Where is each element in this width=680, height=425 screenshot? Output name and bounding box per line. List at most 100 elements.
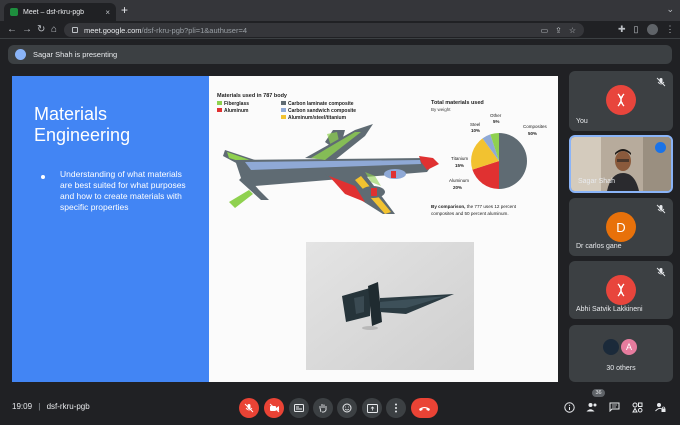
other-participant-initial-avatar: A xyxy=(619,337,639,357)
dna-icon xyxy=(617,283,625,297)
reactions-button[interactable] xyxy=(337,398,357,418)
speaking-indicator-icon xyxy=(655,142,666,153)
legend-aluminum-steel-titanium: Aluminum/steel/titanium xyxy=(288,115,347,121)
mic-off-icon xyxy=(244,403,254,413)
presenting-banner: Sagar Shah is presenting xyxy=(8,45,672,64)
legend-aluminum: Aluminum xyxy=(224,108,249,114)
pie-label-aluminum: Aluminum xyxy=(449,178,469,183)
people-count-badge: 36 xyxy=(592,389,605,397)
present-screen-button[interactable] xyxy=(362,398,382,418)
activities-button[interactable] xyxy=(629,399,645,415)
participant-tile-sagar-shah[interactable]: Sagar Shah xyxy=(569,135,673,193)
emoji-icon xyxy=(342,403,352,413)
more-options-button[interactable] xyxy=(386,398,406,418)
dna-icon xyxy=(617,93,625,107)
browser-tab[interactable]: Meet – dsf-rkru-pgb × xyxy=(4,3,116,21)
materials-pie-chart xyxy=(471,133,527,189)
leave-call-button[interactable] xyxy=(411,398,438,418)
camera-off-icon xyxy=(269,403,279,413)
participant-initial-avatar: D xyxy=(606,212,636,242)
tab-close-icon[interactable]: × xyxy=(105,8,110,17)
presenting-text: Sagar Shah is presenting xyxy=(33,50,118,59)
participant-avatar xyxy=(606,85,636,115)
slide-title: Materials Engineering xyxy=(34,104,131,145)
url-path: /dsf-rkru-pgb?pli=1&authuser=4 xyxy=(141,25,248,35)
participant-tile-you[interactable]: You xyxy=(569,71,673,131)
boeing-787-materials-infographic: Materials used in 787 body Fiberglass Al… xyxy=(217,93,548,216)
tab-search-chevron-icon[interactable]: ⌄ xyxy=(666,4,674,15)
browser-menu-icon[interactable]: ⋮ xyxy=(666,24,675,35)
info-separator: | xyxy=(38,402,41,411)
raise-hand-button[interactable] xyxy=(313,398,333,418)
meeting-details-button[interactable] xyxy=(561,399,577,415)
share-icon[interactable]: ⇪ xyxy=(555,26,562,35)
legend-fiberglass: Fiberglass xyxy=(224,101,249,107)
legend-swatch-carbon-laminate xyxy=(281,101,286,105)
turbine-blade-photo xyxy=(306,242,474,370)
pie-label-steel: Steel xyxy=(470,122,480,127)
camera-toggle-button[interactable] xyxy=(264,398,284,418)
other-participant-avatar xyxy=(601,337,621,357)
url-host: meet.google.com xyxy=(84,25,142,35)
lock-icon xyxy=(72,27,78,33)
address-bar[interactable]: meet.google.com /dsf-rkru-pgb?pli=1&auth… xyxy=(64,23,584,37)
pie-pct-other: 5% xyxy=(493,119,500,124)
participant-tile-abhi-satvik[interactable]: Abhi Satvik Lakkineni xyxy=(569,261,673,319)
meet-favicon-icon xyxy=(10,8,18,16)
hand-icon xyxy=(319,404,327,413)
meeting-info: 19:09 | dsf-rkru-pgb xyxy=(12,402,90,411)
shared-slide: Materials Engineering Understanding of w… xyxy=(12,76,558,382)
meeting-time: 19:09 xyxy=(12,402,33,411)
bookmark-star-icon[interactable]: ☆ xyxy=(569,26,576,35)
slide-title-panel: Materials Engineering Understanding of w… xyxy=(12,76,209,382)
comparison-line-2: composites and 50 percent aluminum. xyxy=(431,211,509,216)
chat-icon xyxy=(609,402,619,412)
mic-toggle-button[interactable] xyxy=(239,398,259,418)
chat-button[interactable] xyxy=(606,399,622,415)
extensions-icon[interactable]: ✚ xyxy=(618,24,626,35)
info-icon xyxy=(563,401,575,413)
camera-permission-icon[interactable]: ▭ xyxy=(541,26,549,35)
meeting-code: dsf-rkru-pgb xyxy=(46,402,90,411)
bullet-dot xyxy=(41,175,45,179)
mic-off-icon xyxy=(656,77,666,87)
host-controls-button[interactable] xyxy=(652,399,668,415)
activities-shapes-icon xyxy=(631,402,642,412)
more-vertical-icon xyxy=(395,403,397,413)
reload-icon[interactable]: ↻ xyxy=(37,23,45,37)
forward-arrow-icon[interactable]: → xyxy=(22,23,32,37)
sidebar-icon[interactable]: ▯ xyxy=(634,24,639,35)
people-icon xyxy=(586,403,597,412)
pie-pct-aluminum: 20% xyxy=(453,185,462,190)
comparison-line-1: By comparison, the 777 uses 12 percent xyxy=(431,204,517,209)
participant-avatar xyxy=(606,275,636,305)
participant-tile-others[interactable]: A 30 others xyxy=(569,325,673,382)
home-icon[interactable]: ⌂ xyxy=(51,23,57,37)
present-icon xyxy=(366,403,378,413)
legend-carbon-laminate: Carbon laminate composite xyxy=(288,101,354,107)
pie-label-titanium: Titanium xyxy=(451,156,468,161)
captions-icon xyxy=(294,404,304,412)
tab-strip: Meet – dsf-rkru-pgb × + ⌄ xyxy=(0,0,680,21)
legend-swatch-fiberglass xyxy=(217,101,222,105)
pie-pct-steel: 10% xyxy=(471,128,480,133)
legend-swatch-aluminum-steel-titanium xyxy=(281,115,286,119)
participant-name: You xyxy=(576,118,588,125)
others-count-label: 30 others xyxy=(606,365,636,372)
lock-person-icon xyxy=(654,402,665,412)
mic-off-icon xyxy=(656,267,666,277)
infographic-heading: Materials used in 787 body xyxy=(217,93,288,99)
slide-content-panel: Materials used in 787 body Fiberglass Al… xyxy=(209,76,558,382)
legend-carbon-sandwich: Carbon sandwich composite xyxy=(288,108,356,114)
back-arrow-icon[interactable]: ← xyxy=(7,23,17,37)
meeting-controls-bar: 19:09 | dsf-rkru-pgb 36 xyxy=(0,389,680,425)
participant-tile-dr-carlos-gane[interactable]: D Dr carlos gane xyxy=(569,198,673,256)
pie-label-other: Other xyxy=(490,113,502,118)
new-tab-icon[interactable]: + xyxy=(121,4,128,16)
captions-button[interactable] xyxy=(289,398,309,418)
airplane-illustration xyxy=(223,124,439,214)
mic-off-icon xyxy=(656,204,666,214)
profile-avatar-icon[interactable] xyxy=(646,24,658,35)
pie-subtitle: By weight xyxy=(431,107,451,112)
people-button[interactable] xyxy=(584,399,600,415)
